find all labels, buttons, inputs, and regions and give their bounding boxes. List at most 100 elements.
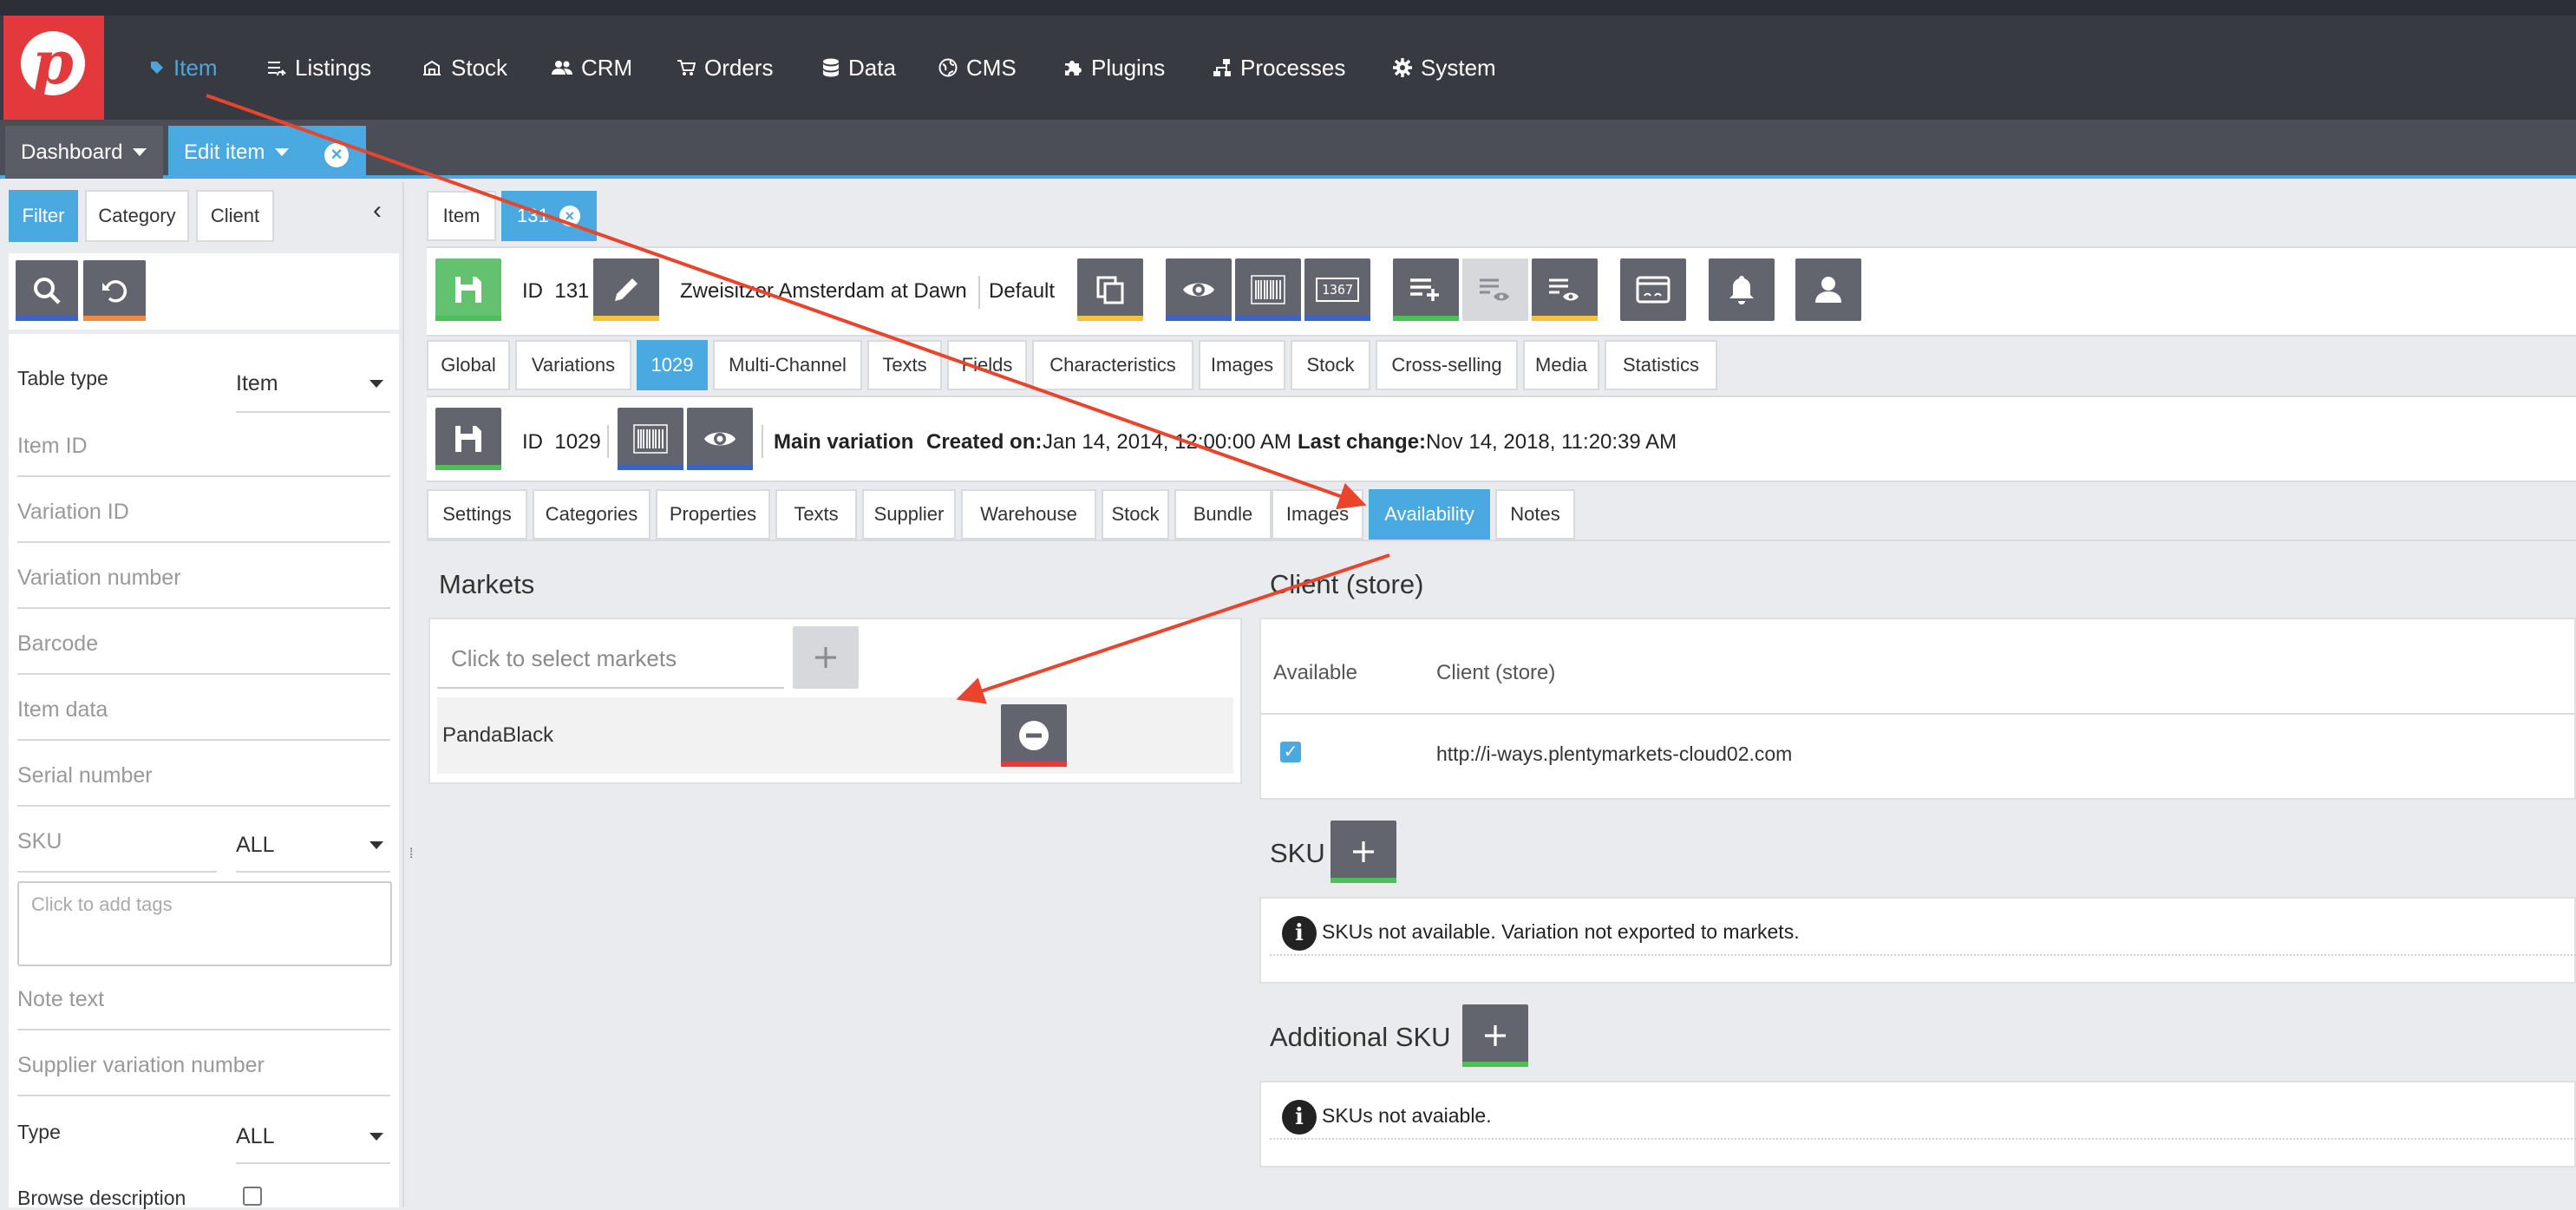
nav-item-data[interactable]: Data (822, 16, 896, 120)
sidebar-tab-client[interactable]: Client (196, 190, 274, 242)
nav-item-cms[interactable]: CMS (938, 16, 1017, 120)
item-section-cross-selling[interactable]: Cross-selling (1376, 340, 1518, 390)
divider (17, 871, 217, 873)
barcode-icon (1251, 275, 1285, 304)
save-variation-button[interactable] (435, 408, 501, 470)
sidebar-tab-category[interactable]: Category (85, 190, 189, 242)
add-to-list-button[interactable] (1393, 258, 1459, 321)
nav-item-item[interactable]: Item (149, 16, 218, 120)
variation-section-bundle[interactable]: Bundle (1174, 489, 1272, 540)
item-section-media[interactable]: Media (1523, 340, 1599, 390)
plentymarkets-logo[interactable]: p (3, 16, 104, 120)
tags-input[interactable]: Click to add tags (17, 881, 392, 966)
variation-number-input[interactable]: Variation number (17, 566, 181, 591)
nav-item-system[interactable]: System (1393, 16, 1496, 120)
nav-label: Orders (704, 54, 774, 81)
close-tab-icon[interactable]: × (324, 143, 349, 167)
variation-preview-button[interactable] (687, 408, 753, 470)
serial-number-input[interactable]: Serial number (17, 763, 153, 788)
note-text-input[interactable]: Note text (17, 987, 104, 1012)
item-section-images[interactable]: Images (1199, 340, 1285, 390)
owner-button[interactable] (1795, 258, 1861, 321)
market-name: PandaBlack (442, 723, 554, 747)
nav-item-stock[interactable]: Stock (422, 16, 507, 120)
id-label: ID (522, 279, 543, 303)
variation-section-supplier[interactable]: Supplier (862, 489, 956, 540)
caret-down-icon[interactable] (133, 148, 147, 156)
market-select-input[interactable]: Click to select markets (437, 626, 784, 689)
caret-down-icon[interactable] (275, 148, 290, 156)
add-sku-button[interactable] (1330, 821, 1396, 883)
item-section-variations[interactable]: Variations (515, 340, 631, 390)
nav-label: Processes (1240, 54, 1346, 81)
type-select[interactable]: ALL (236, 1124, 383, 1149)
add-additional-sku-button[interactable] (1462, 1004, 1528, 1067)
reset-filter-button[interactable] (83, 260, 146, 321)
variation-section-notes[interactable]: Notes (1495, 489, 1575, 540)
variation-section-warehouse[interactable]: Warehouse (961, 489, 1096, 540)
list-view-button[interactable] (1532, 258, 1598, 321)
sidebar-tab-filter[interactable]: Filter (9, 190, 78, 242)
variation-section-settings[interactable]: Settings (427, 489, 527, 540)
save-icon (455, 426, 481, 452)
item-number-button[interactable]: 1367 (1304, 258, 1370, 321)
client-available-checkbox[interactable]: ✓ (1280, 742, 1301, 762)
variation-section-texts[interactable]: Texts (775, 489, 857, 540)
item-tab-131[interactable]: 131 × (501, 191, 597, 241)
edit-item-name-button[interactable] (593, 258, 659, 321)
nav-item-processes[interactable]: Processes (1213, 16, 1345, 120)
sku-select[interactable]: ALL (236, 833, 383, 858)
section-label: Texts (882, 354, 927, 376)
sku-value: ALL (236, 833, 275, 857)
item-section-global[interactable]: Global (427, 340, 510, 390)
close-icon[interactable]: × (559, 206, 580, 226)
nav-item-orders[interactable]: Orders (677, 16, 773, 120)
table-type-select[interactable]: Item (236, 371, 383, 396)
item-section-fields[interactable]: Fields (947, 340, 1027, 390)
tag-icon (151, 62, 163, 74)
variation-section-images[interactable]: Images (1272, 489, 1363, 540)
resize-handle[interactable]: ⁞ (409, 847, 413, 862)
item-section-statistics[interactable]: Statistics (1605, 340, 1717, 390)
divider (1261, 713, 2576, 715)
add-market-button[interactable] (793, 626, 859, 689)
browse-description-checkbox[interactable] (243, 1187, 262, 1206)
item-id-input[interactable]: Item ID (17, 434, 88, 459)
item-data-input[interactable]: Item data (17, 697, 108, 723)
item-tab-item[interactable]: Item (427, 191, 496, 241)
variation-barcodes-button[interactable] (618, 408, 683, 470)
barcode-input[interactable]: Barcode (17, 631, 98, 657)
window-tab-dashboard[interactable]: Dashboard (5, 126, 163, 179)
web-preview-button[interactable] (1620, 258, 1686, 321)
variation-section-availability[interactable]: Availability (1369, 489, 1490, 540)
item-id: ID 131 (522, 279, 589, 304)
caret-down-icon (369, 1133, 383, 1141)
variation-section-categories[interactable]: Categories (533, 489, 651, 540)
nav-item-plugins[interactable]: Plugins (1063, 16, 1165, 120)
supplier-variation-number-input[interactable]: Supplier variation number (17, 1053, 265, 1078)
item-section-1029[interactable]: 1029 (637, 340, 708, 390)
save-item-button[interactable] (435, 258, 501, 321)
item-section-texts[interactable]: Texts (867, 340, 942, 390)
item-section-stock[interactable]: Stock (1291, 340, 1370, 390)
barcodes-button[interactable] (1235, 258, 1301, 321)
copy-item-button[interactable] (1077, 258, 1143, 321)
section-label: Bundle (1193, 503, 1253, 525)
database-icon (823, 58, 839, 77)
section-label: Characteristics (1049, 354, 1176, 376)
remove-market-button[interactable] (1001, 704, 1067, 767)
notifications-button[interactable] (1709, 258, 1775, 321)
nav-item-listings[interactable]: Listings (267, 16, 371, 120)
search-button[interactable] (16, 260, 78, 321)
variation-id-input[interactable]: Variation ID (17, 500, 129, 525)
list-view-disabled-button[interactable] (1462, 258, 1528, 321)
item-section-multi-channel[interactable]: Multi-Channel (713, 340, 862, 390)
puzzle-icon (1065, 61, 1082, 75)
preview-item-button[interactable] (1166, 258, 1232, 321)
created-on-label: Created on: (926, 430, 1043, 454)
nav-item-crm[interactable]: CRM (552, 16, 632, 120)
collapse-sidebar-icon[interactable]: ‹ (364, 196, 390, 231)
item-section-characteristics[interactable]: Characteristics (1032, 340, 1193, 390)
variation-section-properties[interactable]: Properties (656, 489, 770, 540)
variation-section-stock[interactable]: Stock (1102, 489, 1169, 540)
